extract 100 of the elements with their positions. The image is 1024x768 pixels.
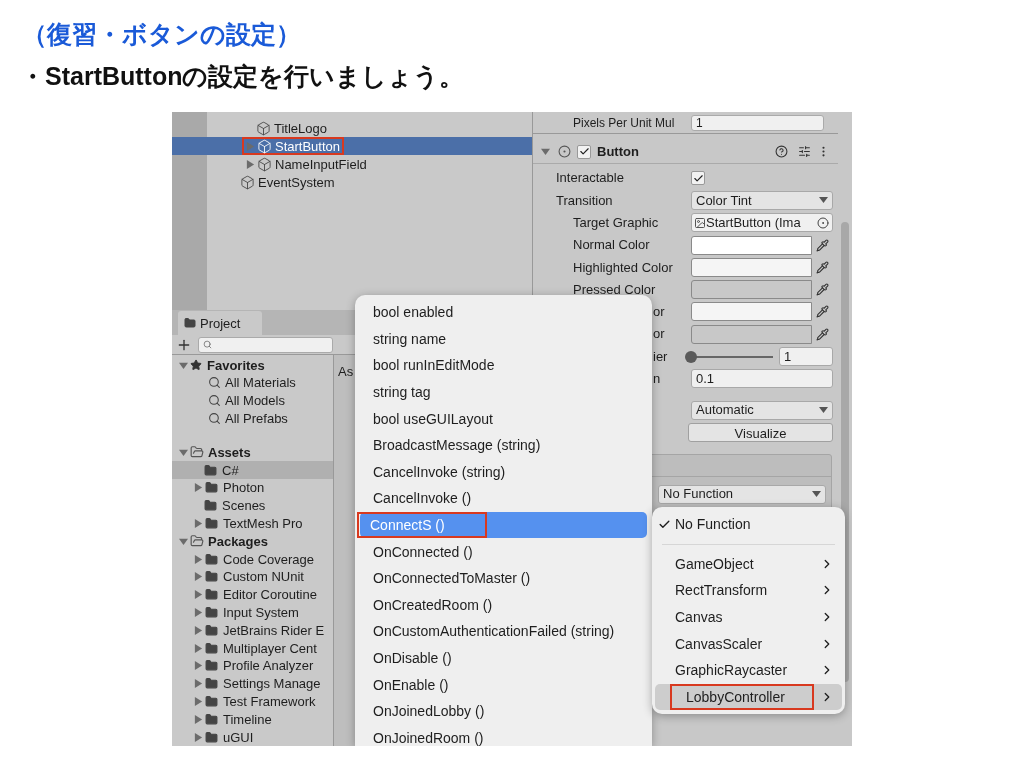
search-field[interactable] <box>198 336 333 353</box>
expand-arrow-icon[interactable] <box>194 572 203 582</box>
menu-item[interactable]: bool runInEditMode <box>360 354 495 377</box>
slider-thumb[interactable] <box>685 350 697 363</box>
project-tree-item[interactable]: uGUI <box>223 730 254 744</box>
eyedropper-icon[interactable] <box>816 327 829 341</box>
collapse-arrow-icon[interactable] <box>179 447 188 457</box>
menu-item[interactable]: OnJoinedLobby () <box>360 700 485 723</box>
menu-item[interactable]: OnEnable () <box>360 673 449 696</box>
eyedropper-icon[interactable] <box>816 260 829 274</box>
expand-arrow-icon[interactable] <box>194 554 203 564</box>
color-swatch[interactable] <box>691 257 812 277</box>
expand-arrow-icon[interactable] <box>194 483 203 493</box>
hierarchy-item[interactable]: TitleLogo <box>274 121 327 135</box>
project-tree-item[interactable]: C# <box>222 463 239 477</box>
menu-item[interactable]: OnConnected () <box>360 540 473 563</box>
menu-item[interactable]: string name <box>360 327 447 350</box>
checkbox[interactable] <box>577 144 591 159</box>
folder-icon <box>205 552 218 566</box>
collapse-arrow-icon[interactable] <box>179 536 188 546</box>
project-tree-item[interactable]: Assets <box>208 445 251 459</box>
color-swatch[interactable] <box>691 324 812 344</box>
hierarchy-item[interactable]: StartButton <box>275 139 341 153</box>
menu-item[interactable]: bool enabled <box>360 301 454 324</box>
menu-item[interactable]: GraphicRaycaster <box>673 659 820 682</box>
expand-arrow-icon[interactable] <box>194 625 203 635</box>
menu-item[interactable]: BroadcastMessage (string) <box>360 434 541 457</box>
dropdown[interactable]: Color Tint <box>691 190 833 210</box>
expand-arrow-icon[interactable] <box>194 697 203 706</box>
project-tree-item[interactable]: Profile Analyzer <box>223 659 314 673</box>
project-tree-item[interactable]: Timeline <box>223 712 272 726</box>
menu-item[interactable]: bool useGUILayout <box>360 407 493 430</box>
function-dropdown[interactable]: No Function <box>658 484 826 504</box>
menu-item[interactable]: string tag <box>360 381 431 404</box>
checkbox[interactable] <box>691 171 705 186</box>
search-icon <box>208 412 221 426</box>
project-tree-item[interactable]: Settings Manage <box>223 677 321 691</box>
project-tab[interactable]: Project <box>178 311 262 336</box>
color-swatch[interactable] <box>691 235 812 255</box>
color-swatch[interactable] <box>691 280 812 300</box>
project-tree-item[interactable]: Code Coverage <box>223 552 315 566</box>
project-tree-item[interactable]: Scenes <box>222 499 266 513</box>
visualize-button[interactable]: Visualize <box>688 422 833 442</box>
expand-arrow-icon[interactable] <box>194 661 203 671</box>
project-tree-item[interactable]: TextMesh Pro <box>223 517 303 531</box>
menu-item[interactable]: No Function <box>673 513 834 536</box>
project-tree-item[interactable]: Custom NUnit <box>223 570 304 584</box>
project-tree-item[interactable]: Test Framework <box>223 695 316 708</box>
expand-arrow-icon[interactable] <box>194 679 203 689</box>
project-tree-item[interactable]: Photon <box>223 481 265 495</box>
menu-item[interactable]: Canvas <box>673 606 820 629</box>
eyedropper-icon[interactable] <box>816 238 829 252</box>
menu-item[interactable]: CanvasScaler <box>673 632 820 655</box>
dropdown[interactable]: Automatic <box>691 400 833 420</box>
expand-arrow-icon[interactable] <box>194 519 203 529</box>
menu-item[interactable]: OnConnectedToMaster () <box>360 567 531 590</box>
expand-arrow-icon[interactable] <box>194 590 203 600</box>
folder-icon <box>205 730 218 744</box>
eyedropper-icon[interactable] <box>816 283 829 297</box>
project-tree-item[interactable]: Favorites <box>207 358 265 372</box>
target-icon[interactable] <box>817 216 829 229</box>
project-tree-item[interactable]: All Materials <box>225 376 296 390</box>
menu-item[interactable]: CancelInvoke (string) <box>360 460 506 483</box>
number-field[interactable]: 1 <box>779 347 833 366</box>
menu-item[interactable]: GameObject <box>673 552 820 575</box>
hierarchy-item[interactable]: EventSystem <box>258 175 335 189</box>
menu-item[interactable]: LobbyController <box>670 683 814 710</box>
menu-item[interactable]: OnCreatedRoom () <box>360 593 493 616</box>
project-tree-item[interactable]: Input System <box>223 606 299 619</box>
collapse-arrow-icon[interactable] <box>541 147 550 156</box>
number-field[interactable]: 0.1 <box>691 369 833 389</box>
eyedropper-icon[interactable] <box>816 305 829 319</box>
project-tree-item[interactable]: Packages <box>208 534 268 548</box>
menu-item[interactable]: OnJoinedRoom () <box>360 726 484 746</box>
component-header[interactable]: Button <box>533 140 838 164</box>
project-tree-item[interactable]: JetBrains Rider E <box>223 623 325 637</box>
expand-arrow-icon[interactable] <box>194 608 203 617</box>
menu-item[interactable]: RectTransform <box>673 579 820 602</box>
menu-item[interactable]: CancelInvoke () <box>360 487 472 510</box>
color-swatch[interactable] <box>691 302 812 322</box>
number-field[interactable]: 1 <box>691 114 824 131</box>
cube-icon <box>257 156 272 172</box>
selected-row[interactable]: StartButton <box>172 137 532 155</box>
project-tree-item[interactable]: Editor Coroutine <box>223 588 317 602</box>
expand-arrow-icon[interactable] <box>246 159 255 169</box>
project-tree-item[interactable]: All Prefabs <box>225 412 288 426</box>
expand-arrow-icon[interactable] <box>194 732 203 742</box>
menu-item[interactable]: OnDisable () <box>360 647 452 669</box>
object-field[interactable]: StartButton (Ima <box>691 213 833 233</box>
selected-row[interactable]: C# <box>172 461 333 480</box>
menu-item-highlight[interactable]: LobbyController <box>655 683 842 711</box>
collapse-arrow-icon[interactable] <box>179 360 188 370</box>
expand-arrow-icon[interactable] <box>194 714 203 724</box>
project-tree-item[interactable]: Multiplayer Cent <box>223 641 317 655</box>
expand-arrow-icon[interactable] <box>194 643 203 653</box>
help-icon[interactable] <box>775 145 788 158</box>
sliders-icon[interactable] <box>798 145 811 158</box>
menu-item[interactable]: OnCustomAuthenticationFailed (string) <box>360 620 615 643</box>
project-tree-item[interactable]: All Models <box>225 394 285 408</box>
hierarchy-item[interactable]: NameInputField <box>275 157 367 171</box>
